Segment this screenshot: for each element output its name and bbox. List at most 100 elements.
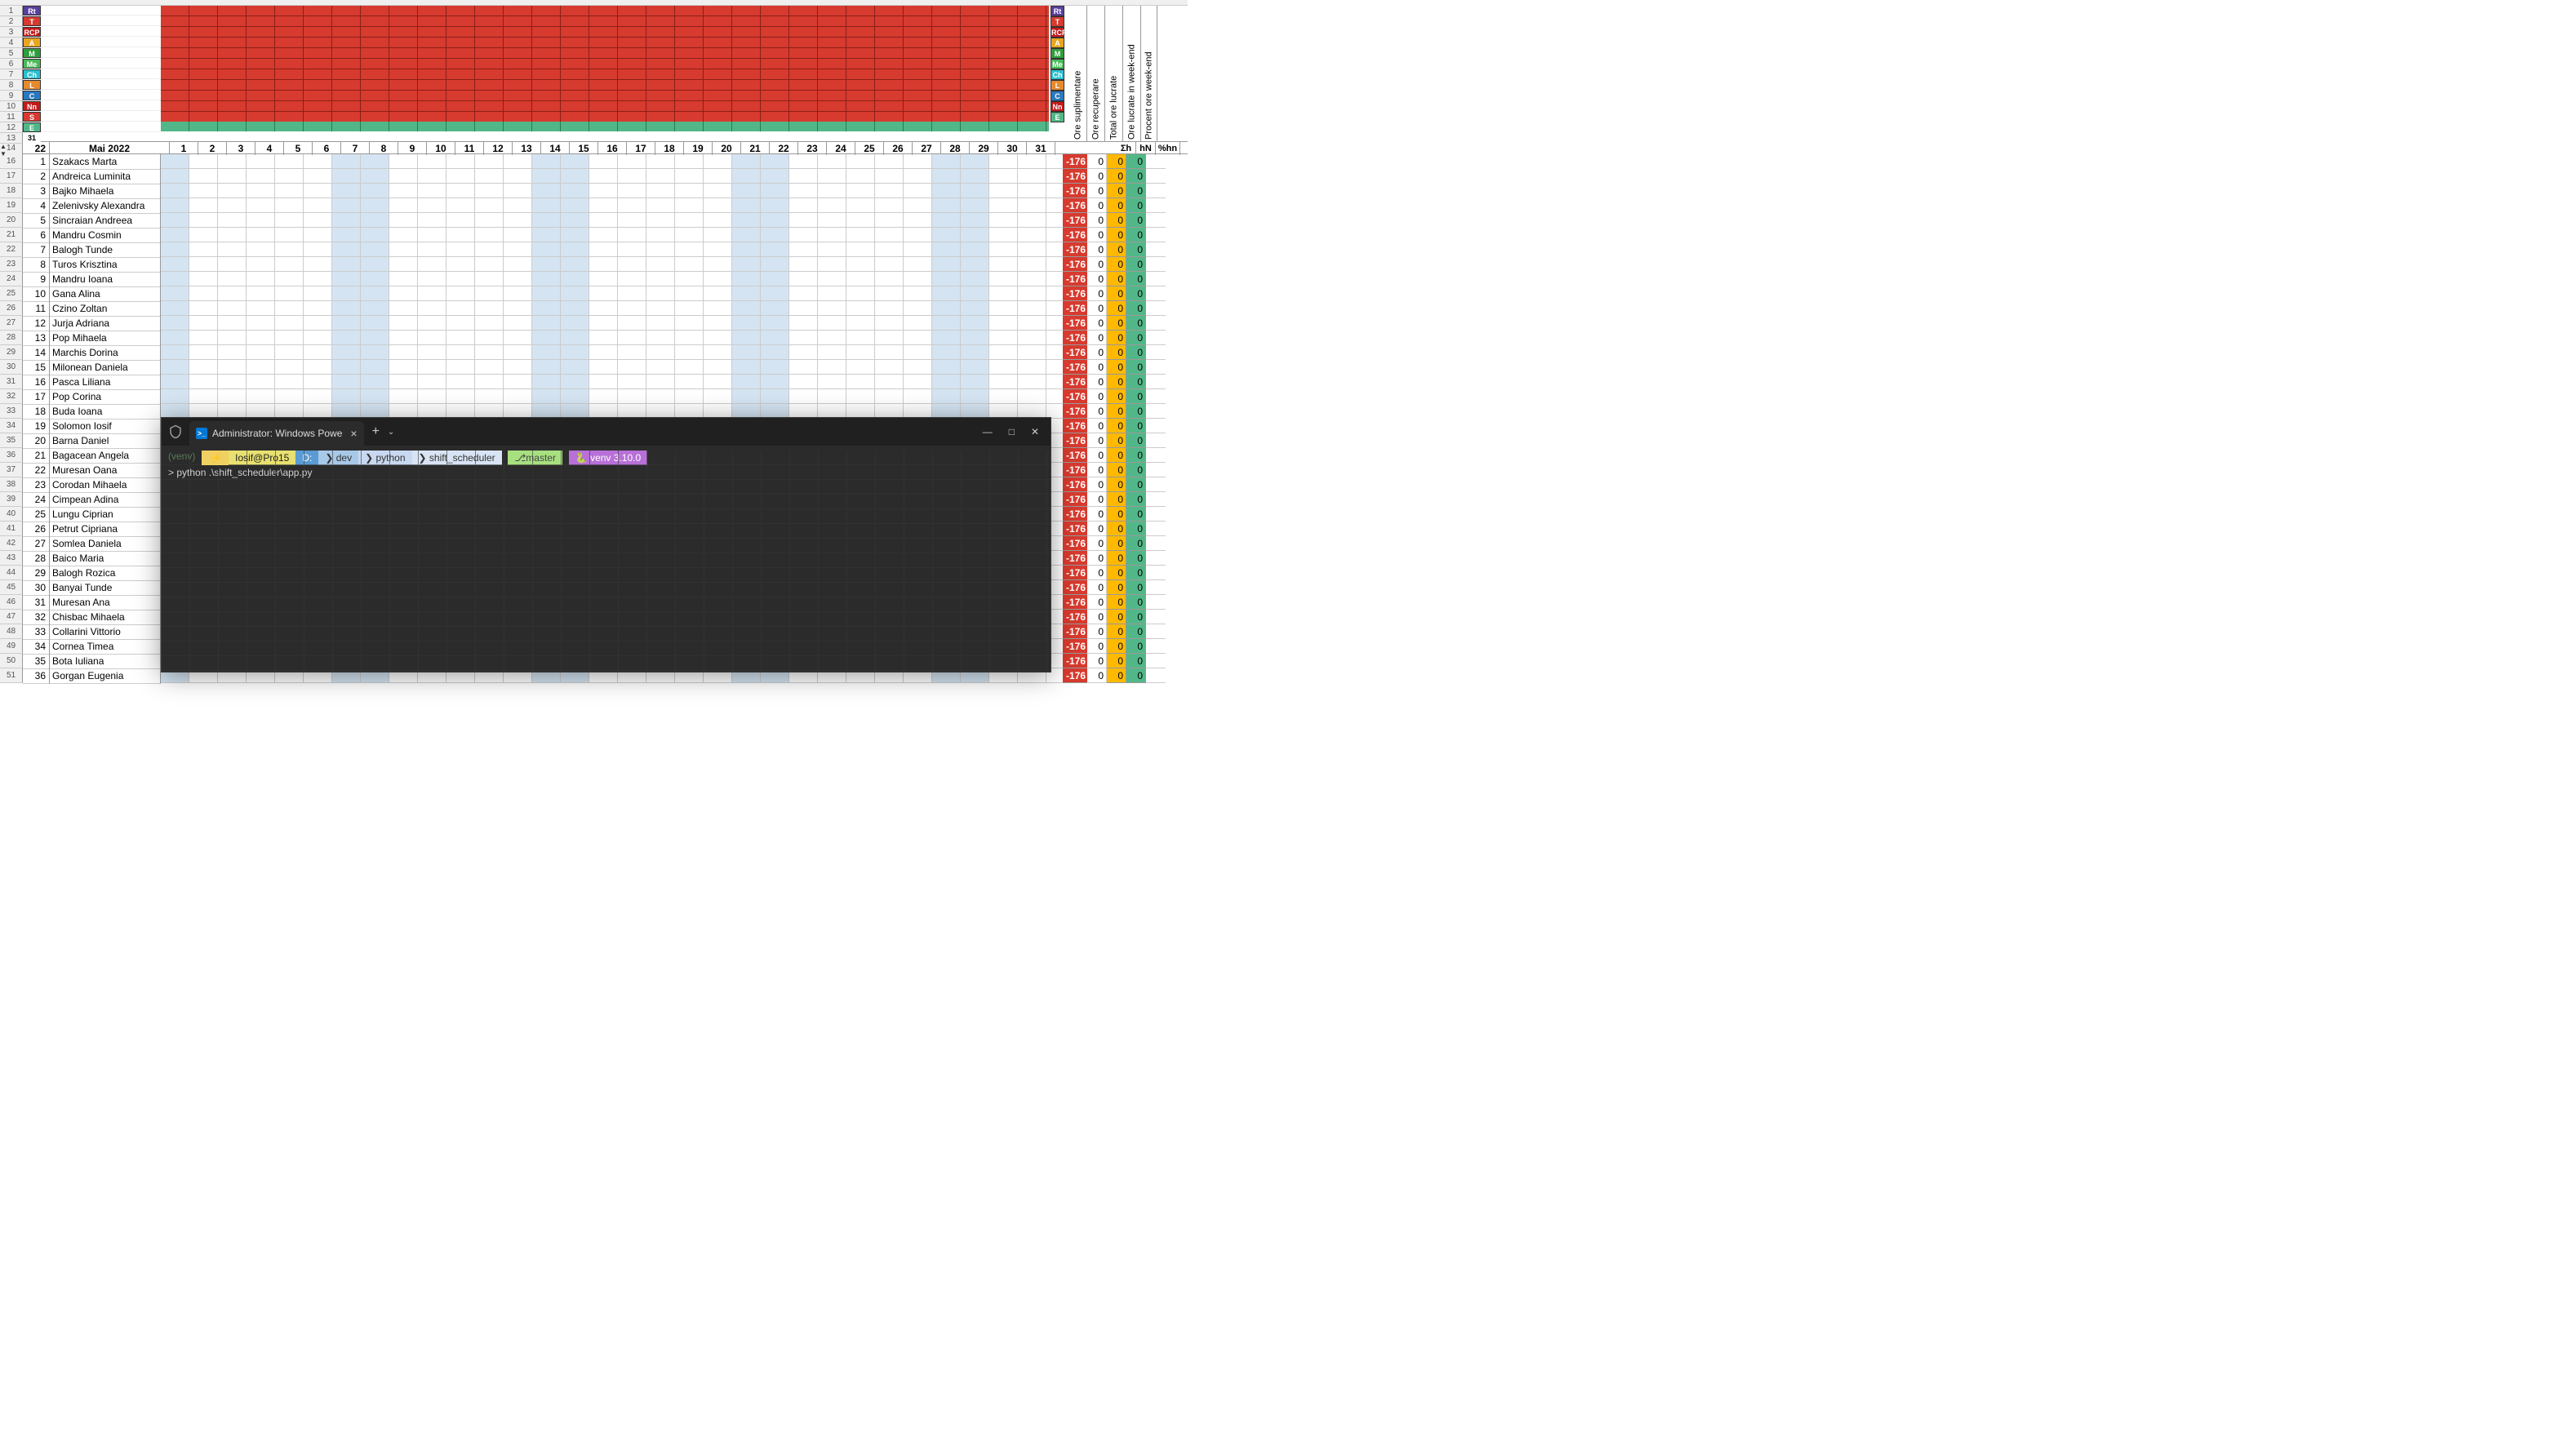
day-cell[interactable] <box>561 301 589 316</box>
day-cell[interactable] <box>361 286 389 301</box>
day-cell[interactable] <box>418 169 446 184</box>
day-cell[interactable] <box>418 257 446 272</box>
day-cell[interactable] <box>1018 169 1046 184</box>
sum-zero3[interactable]: 0 <box>1126 419 1146 433</box>
sum-zero1[interactable]: 0 <box>1087 198 1107 213</box>
person-index[interactable]: 15 <box>23 360 50 375</box>
sum-blank[interactable] <box>1146 448 1166 463</box>
day-cell[interactable] <box>561 154 589 169</box>
day-cell[interactable] <box>504 389 532 404</box>
day-cell[interactable] <box>446 286 475 301</box>
day-cell[interactable] <box>761 213 789 228</box>
person-name[interactable]: Petrut Cipriana <box>50 522 161 537</box>
day-cell[interactable] <box>275 301 304 316</box>
day-cell[interactable] <box>589 154 618 169</box>
day-cell[interactable] <box>732 389 761 404</box>
person-name[interactable]: Pasca Liliana <box>50 375 161 390</box>
day-cell[interactable] <box>475 228 504 242</box>
row-header[interactable]: 25 <box>0 286 23 301</box>
day-cell[interactable] <box>275 375 304 389</box>
day-cell[interactable] <box>218 228 247 242</box>
legend-chip-right[interactable]: A <box>1051 38 1064 48</box>
day-cell[interactable] <box>361 198 389 213</box>
person-index[interactable]: 20 <box>23 433 50 449</box>
day-cell[interactable] <box>618 375 646 389</box>
row-header[interactable]: 32 <box>0 389 23 404</box>
day-cell[interactable] <box>618 184 646 198</box>
day-header[interactable]: 19 <box>684 142 713 155</box>
day-cell[interactable] <box>504 184 532 198</box>
day-cell[interactable] <box>704 198 732 213</box>
day-cell[interactable] <box>161 213 189 228</box>
row-header[interactable]: 18 <box>0 184 23 198</box>
day-cell[interactable] <box>646 316 675 331</box>
sum-neg[interactable]: -176 <box>1063 331 1087 345</box>
day-cell[interactable] <box>161 301 189 316</box>
day-cell[interactable] <box>989 345 1018 360</box>
row-header[interactable]: 35 <box>0 433 23 448</box>
day-cell[interactable] <box>275 242 304 257</box>
day-cell[interactable] <box>989 286 1018 301</box>
day-cell[interactable] <box>189 375 218 389</box>
day-cell[interactable] <box>732 272 761 286</box>
day-header[interactable]: 21 <box>741 142 770 155</box>
sum-hdr-pct[interactable]: %hn <box>1156 142 1180 155</box>
day-cell[interactable] <box>1018 301 1046 316</box>
day-cell[interactable] <box>818 286 846 301</box>
person-name[interactable]: Corodan Mihaela <box>50 477 161 493</box>
day-cell[interactable] <box>846 257 875 272</box>
day-cell[interactable] <box>789 301 818 316</box>
sum-zero3[interactable]: 0 <box>1126 654 1146 668</box>
row-header[interactable]: 22 <box>0 242 23 257</box>
person-index[interactable]: 6 <box>23 228 50 243</box>
day-cell[interactable] <box>932 242 961 257</box>
person-name[interactable]: Buda Ioana <box>50 404 161 419</box>
sum-zero1[interactable]: 0 <box>1087 566 1107 580</box>
sum-zero2[interactable]: 0 <box>1107 477 1126 492</box>
day-cell[interactable] <box>1018 198 1046 213</box>
day-cell[interactable] <box>618 272 646 286</box>
person-index[interactable]: 30 <box>23 580 50 596</box>
day-header[interactable]: 5 <box>284 142 313 155</box>
sum-zero2[interactable]: 0 <box>1107 419 1126 433</box>
day-cell[interactable] <box>361 345 389 360</box>
sum-blank[interactable] <box>1146 345 1166 360</box>
day-cell[interactable] <box>218 316 247 331</box>
sum-zero3[interactable]: 0 <box>1126 595 1146 610</box>
sum-blank[interactable] <box>1146 360 1166 375</box>
day-cell[interactable] <box>446 257 475 272</box>
day-cell[interactable] <box>932 228 961 242</box>
sum-zero2[interactable]: 0 <box>1107 360 1126 375</box>
row-header[interactable]: 6 <box>0 59 23 69</box>
day-cell[interactable] <box>1018 242 1046 257</box>
sum-neg[interactable]: -176 <box>1063 345 1087 360</box>
sum-zero3[interactable]: 0 <box>1126 331 1146 345</box>
day-cell[interactable] <box>418 301 446 316</box>
day-cell[interactable] <box>675 198 704 213</box>
day-cell[interactable] <box>646 360 675 375</box>
day-cell[interactable] <box>247 228 275 242</box>
row-header[interactable]: 23 <box>0 257 23 272</box>
day-cell[interactable] <box>475 154 504 169</box>
day-cell[interactable] <box>589 375 618 389</box>
day-cell[interactable] <box>218 389 247 404</box>
row-header[interactable]: 33 <box>0 404 23 419</box>
day-cell[interactable] <box>961 345 989 360</box>
sum-zero2[interactable]: 0 <box>1107 301 1126 316</box>
day-cell[interactable] <box>304 360 332 375</box>
day-cell[interactable] <box>304 375 332 389</box>
day-cell[interactable] <box>504 242 532 257</box>
day-cell[interactable] <box>932 316 961 331</box>
day-cell[interactable] <box>161 169 189 184</box>
day-cell[interactable] <box>761 242 789 257</box>
row-header[interactable]: 34 <box>0 419 23 433</box>
sum-zero2[interactable]: 0 <box>1107 433 1126 448</box>
day-cell[interactable] <box>275 184 304 198</box>
day-cell[interactable] <box>389 272 418 286</box>
day-cell[interactable] <box>846 228 875 242</box>
day-cell[interactable] <box>646 345 675 360</box>
person-index[interactable]: 5 <box>23 213 50 229</box>
day-cell[interactable] <box>532 242 561 257</box>
day-cell[interactable] <box>904 242 932 257</box>
day-cell[interactable] <box>304 345 332 360</box>
